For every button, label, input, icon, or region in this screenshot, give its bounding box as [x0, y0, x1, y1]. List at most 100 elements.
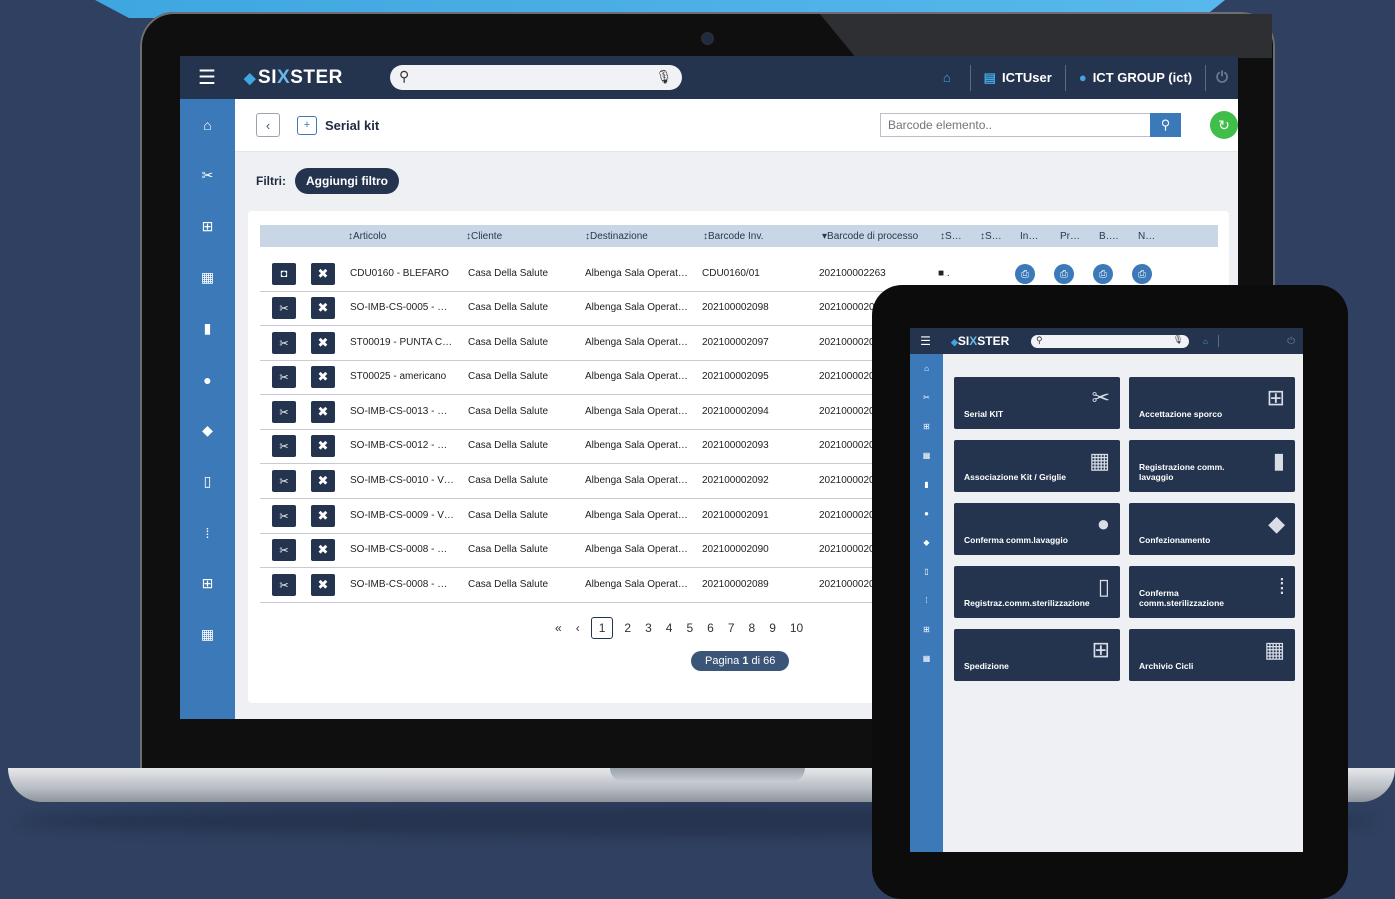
tile-accettazione-sporco[interactable]: ⊞ Accettazione sporco: [1129, 377, 1295, 429]
back-button[interactable]: ‹: [256, 113, 280, 137]
sidebar-home-icon[interactable]: ⌂: [180, 99, 235, 150]
scissors-icon[interactable]: ✂: [272, 401, 296, 423]
tools-icon[interactable]: ✖: [311, 505, 335, 527]
page-1-button[interactable]: 1: [590, 617, 614, 639]
tile-confezionamento[interactable]: ◆ Confezionamento: [1129, 503, 1295, 555]
box-icon[interactable]: ◆: [910, 528, 943, 557]
col-destinazione[interactable]: ↕Destinazione: [585, 231, 648, 242]
col-pr[interactable]: Pr…: [1060, 231, 1080, 242]
col-n[interactable]: N…: [1138, 231, 1155, 242]
kit-grid-icon[interactable]: ▦: [910, 441, 943, 470]
grid-arrow-icon[interactable]: ⊞: [910, 615, 943, 644]
tile-spedizione[interactable]: ⊞ Spedizione: [954, 629, 1120, 681]
drop-check-icon[interactable]: ●: [910, 499, 943, 528]
archive-icon[interactable]: ▦: [910, 644, 943, 673]
page-2-button[interactable]: 2: [624, 621, 631, 635]
sidebar-drop-check-icon[interactable]: ●: [180, 354, 235, 405]
tools-icon[interactable]: ✖: [311, 401, 335, 423]
col-barcode-inv[interactable]: ↕Barcode Inv.: [703, 231, 763, 242]
sidebar-box-icon[interactable]: ◆: [180, 405, 235, 456]
camera-kit-icon[interactable]: ◘: [272, 263, 296, 285]
dots-check-icon[interactable]: ⁞: [910, 586, 943, 615]
page-5-button[interactable]: 5: [686, 621, 693, 635]
page-3-button[interactable]: 3: [645, 621, 652, 635]
home-icon[interactable]: ⌂: [910, 354, 943, 383]
sidebar-sterilizer-icon[interactable]: ▯: [180, 456, 235, 507]
barcode-search-button[interactable]: ⚲: [1150, 113, 1181, 137]
tile-serial-kit[interactable]: ✂ Serial KIT: [954, 377, 1120, 429]
tile-conferma-sterilizzazione[interactable]: ⁞ Conferma comm.sterilizzazione: [1129, 566, 1295, 618]
search-input[interactable]: ⚲ 🎙: [390, 65, 682, 90]
microphone-icon[interactable]: 🎙: [655, 69, 672, 85]
microphone-icon[interactable]: 🎙: [1173, 335, 1183, 344]
power-icon[interactable]: ⏻: [1206, 69, 1238, 86]
app-logo[interactable]: ◆ SIXSTER: [244, 67, 390, 89]
scissors-icon[interactable]: ✂: [272, 574, 296, 596]
page-4-button[interactable]: 4: [666, 621, 673, 635]
page-8-button[interactable]: 8: [749, 621, 756, 635]
tools-icon[interactable]: ✖: [311, 470, 335, 492]
washer-icon[interactable]: ▮: [910, 470, 943, 499]
barcode-input[interactable]: [880, 113, 1150, 137]
tools-icon[interactable]: ✖: [311, 366, 335, 388]
print-icon[interactable]: ⎙: [1132, 264, 1152, 284]
scissors-icon[interactable]: ✂: [272, 297, 296, 319]
scissors-icon[interactable]: ✂: [272, 539, 296, 561]
tile-registrazione-sterilizzazione[interactable]: ▯ Registraz.comm.sterilizzazione: [954, 566, 1120, 618]
col-s1[interactable]: ↕S…: [940, 231, 962, 242]
sidebar-grid-arrow-icon[interactable]: ⊞: [180, 558, 235, 609]
col-s2[interactable]: ↕S…: [980, 231, 1002, 242]
tile-associazione-kit[interactable]: ▦ Associazione Kit / Griglie: [954, 440, 1120, 492]
tools-icon[interactable]: ✖: [311, 539, 335, 561]
first-page-button[interactable]: «: [555, 621, 562, 635]
accept-icon[interactable]: ⊞: [910, 412, 943, 441]
refresh-button[interactable]: ↻: [1210, 111, 1238, 139]
group-menu[interactable]: ● ICT GROUP (ict): [1066, 64, 1207, 91]
sidebar-scissors-icon[interactable]: ✂: [180, 150, 235, 201]
tools-icon[interactable]: ✖: [311, 332, 335, 354]
col-barcode-processo[interactable]: ▾Barcode di processo: [822, 231, 918, 242]
page-7-button[interactable]: 7: [728, 621, 735, 635]
cell-destinazione: Albenga Sala Operat…: [585, 268, 688, 279]
sidebar-kit-grid-icon[interactable]: ▦: [180, 252, 235, 303]
scissors-icon[interactable]: ✂: [910, 383, 943, 412]
tools-icon[interactable]: ✖: [311, 297, 335, 319]
tablet-power-icon[interactable]: ⏻: [1287, 336, 1295, 347]
tablet-menu-icon[interactable]: ☰: [910, 334, 941, 348]
tools-icon[interactable]: ✖: [311, 263, 335, 285]
col-articolo[interactable]: ↕Articolo: [348, 231, 386, 242]
home-button[interactable]: ⌂: [930, 64, 971, 91]
tile-archivio-cicli[interactable]: ▦ Archivio Cicli: [1129, 629, 1295, 681]
sidebar-dots-check-icon[interactable]: ⁞: [180, 507, 235, 558]
sidebar-washer-icon[interactable]: ▮: [180, 303, 235, 354]
tile-registrazione-lavaggio[interactable]: ▮ Registrazione comm. lavaggio: [1129, 440, 1295, 492]
print-icon[interactable]: ⎙: [1015, 264, 1035, 284]
tools-icon[interactable]: ✖: [311, 435, 335, 457]
scissors-icon[interactable]: ✂: [272, 435, 296, 457]
page-6-button[interactable]: 6: [707, 621, 714, 635]
tile-conferma-lavaggio[interactable]: ● Conferma comm.lavaggio: [954, 503, 1120, 555]
tablet-app-logo[interactable]: ◆SIXSTER: [951, 334, 1031, 348]
print-icon[interactable]: ⎙: [1093, 264, 1113, 284]
menu-icon[interactable]: ☰: [180, 65, 234, 90]
col-b[interactable]: B….: [1099, 231, 1118, 242]
add-filter-button[interactable]: Aggiungi filtro: [295, 168, 399, 194]
scissors-icon[interactable]: ✂: [272, 470, 296, 492]
sidebar-accept-icon[interactable]: ⊞: [180, 201, 235, 252]
tools-icon[interactable]: ✖: [311, 574, 335, 596]
page-10-button[interactable]: 10: [790, 621, 803, 635]
print-icon[interactable]: ⎙: [1054, 264, 1074, 284]
col-cliente[interactable]: ↕Cliente: [466, 231, 502, 242]
scissors-icon[interactable]: ✂: [272, 332, 296, 354]
page-9-button[interactable]: 9: [769, 621, 776, 635]
sterilizer-icon[interactable]: ▯: [910, 557, 943, 586]
scissors-icon[interactable]: ✂: [272, 505, 296, 527]
prev-page-button[interactable]: ‹: [576, 621, 580, 635]
sidebar-archive-icon[interactable]: ▦: [180, 609, 235, 660]
tablet-search-input[interactable]: ⚲ 🎙: [1031, 334, 1189, 348]
col-in[interactable]: In…: [1020, 231, 1038, 242]
scissors-icon[interactable]: ✂: [272, 366, 296, 388]
cell-barcode-proc: 202100002263: [819, 268, 886, 279]
user-menu[interactable]: ▤ ICTUser: [971, 64, 1066, 91]
tablet-home-icon[interactable]: ⌂: [1203, 337, 1208, 346]
